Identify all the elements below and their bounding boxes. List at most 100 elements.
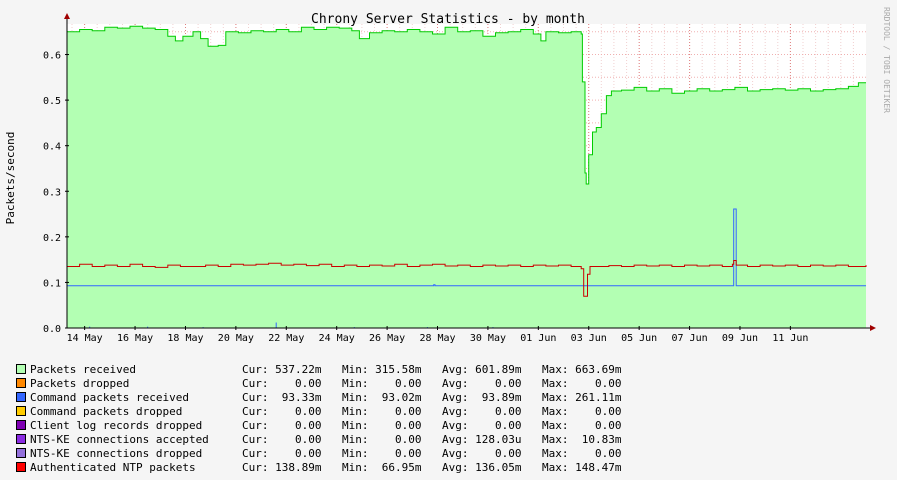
legend-max-label: Max: (542, 432, 569, 446)
x-tick-label: 14 May (67, 333, 103, 344)
y-tick-label: 0.2 (43, 233, 61, 244)
legend-swatch (16, 462, 26, 472)
legend-item: Authenticated NTP packets Cur: 138.89m Min… (16, 460, 642, 474)
legend-avg-label: Avg: (442, 432, 469, 446)
legend-avg-value: 0.00 (468, 418, 522, 432)
legend-item: Client log records dropped Cur: 0.00 Min: … (16, 418, 642, 432)
legend-max-label: Max: (542, 418, 569, 432)
legend-cur: Cur: 93.33m (242, 391, 342, 404)
legend-min: Min: 66.95m (342, 461, 442, 474)
legend-max-value: 0.00 (568, 446, 622, 460)
legend-avg-value: 0.00 (468, 446, 522, 460)
legend-avg: Avg: 0.00 (442, 447, 542, 460)
legend-max-value: 261.11m (568, 390, 622, 404)
legend-cur: Cur: 537.22m (242, 363, 342, 376)
legend-swatch (16, 406, 26, 416)
legend-min-value: 0.00 (368, 404, 422, 418)
legend-swatch (16, 364, 26, 374)
legend-min-label: Min: (342, 460, 369, 474)
legend-avg-label: Avg: (442, 460, 469, 474)
x-tick-label: 01 Jun (520, 333, 556, 344)
legend-max: Max: 0.00 (542, 419, 642, 432)
legend-name: NTS-KE connections dropped (30, 446, 203, 460)
legend-min-label: Min: (342, 432, 369, 446)
y-tick-label: 0.6 (43, 51, 61, 62)
legend-avg: Avg: 128.03u (442, 433, 542, 446)
legend-max-value: 0.00 (568, 376, 622, 390)
legend-cur-label: Cur: (242, 460, 269, 474)
chart-title: Chrony Server Statistics - by month (311, 12, 585, 27)
legend-cur-value: 0.00 (268, 446, 322, 460)
legend-item: Packets received Cur: 537.22m Min: 315.58m… (16, 362, 642, 376)
legend-min-label: Min: (342, 446, 369, 460)
x-tick-label: 03 Jun (571, 333, 607, 344)
legend-min-value: 93.02m (368, 390, 422, 404)
legend-avg-value: 601.89m (468, 362, 522, 376)
legend-avg-label: Avg: (442, 446, 469, 460)
legend-cur-label: Cur: (242, 390, 269, 404)
legend-avg-label: Avg: (442, 390, 469, 404)
legend-max: Max: 261.11m (542, 391, 642, 404)
legend-max-label: Max: (542, 390, 569, 404)
x-tick-label: 24 May (319, 333, 355, 344)
legend-cur: Cur: 0.00 (242, 405, 342, 418)
legend-max-value: 10.83m (568, 432, 622, 446)
legend-max-value: 148.47m (568, 460, 622, 474)
legend-min-value: 315.58m (368, 362, 422, 376)
y-tick-label: 0.5 (43, 96, 61, 107)
legend-min-value: 66.95m (368, 460, 422, 474)
legend-min: Min: 315.58m (342, 363, 442, 376)
x-tick-label: 09 Jun (722, 333, 758, 344)
legend-item: NTS-KE connections accepted Cur: 0.00 Min:… (16, 432, 642, 446)
x-tick-label: 22 May (268, 333, 304, 344)
legend-name: Command packets dropped (30, 404, 183, 418)
legend-avg-value: 0.00 (468, 404, 522, 418)
legend-avg: Avg: 93.89m (442, 391, 542, 404)
legend-min-value: 0.00 (368, 432, 422, 446)
y-axis-label: Packets/second (4, 132, 17, 225)
x-tick-label: 30 May (470, 333, 506, 344)
legend-avg-label: Avg: (442, 362, 469, 376)
legend-min: Min: 0.00 (342, 447, 442, 460)
legend-min-value: 0.00 (368, 446, 422, 460)
legend-min-label: Min: (342, 362, 369, 376)
legend-item: Command packets dropped Cur: 0.00 Min: 0.0… (16, 404, 642, 418)
x-tick-label: 07 Jun (672, 333, 708, 344)
legend-avg-label: Avg: (442, 418, 469, 432)
legend-min: Min: 93.02m (342, 391, 442, 404)
y-tick-label: 0.4 (43, 142, 61, 153)
legend-item: Command packets received Cur: 93.33m Min: … (16, 390, 642, 404)
legend-avg-label: Avg: (442, 376, 469, 390)
legend-avg: Avg: 136.05m (442, 461, 542, 474)
legend-avg: Avg: 601.89m (442, 363, 542, 376)
legend-avg: Avg: 0.00 (442, 419, 542, 432)
legend-name: Command packets received (30, 390, 189, 404)
legend-avg-value: 0.00 (468, 376, 522, 390)
legend-min: Min: 0.00 (342, 433, 442, 446)
legend-min-value: 0.00 (368, 376, 422, 390)
legend-swatch (16, 392, 26, 402)
legend-item: NTS-KE connections dropped Cur: 0.00 Min: … (16, 446, 642, 460)
legend-name: Client log records dropped (30, 418, 203, 432)
legend-cur-label: Cur: (242, 432, 269, 446)
legend-name: Authenticated NTP packets (30, 460, 196, 474)
legend-swatch (16, 420, 26, 430)
legend-avg: Avg: 0.00 (442, 377, 542, 390)
x-tick-label: 28 May (419, 333, 455, 344)
legend-max-value: 0.00 (568, 418, 622, 432)
legend-name: NTS-KE connections accepted (30, 432, 209, 446)
y-tick-label: 0.3 (43, 187, 61, 198)
legend-cur-value: 138.89m (268, 460, 322, 474)
legend-min: Min: 0.00 (342, 405, 442, 418)
legend-cur-label: Cur: (242, 404, 269, 418)
legend-cur-value: 0.00 (268, 404, 322, 418)
y-tick-label: 0.1 (43, 278, 61, 289)
legend-avg-value: 128.03u (468, 432, 522, 446)
x-tick-label: 18 May (167, 333, 203, 344)
legend-cur-label: Cur: (242, 418, 269, 432)
legend: Packets received Cur: 537.22m Min: 315.58m… (16, 362, 642, 474)
legend-max-value: 663.69m (568, 362, 622, 376)
legend-item: Packets dropped Cur: 0.00 Min: 0.00 Avg: 0.… (16, 376, 642, 390)
legend-cur-value: 537.22m (268, 362, 322, 376)
legend-max-label: Max: (542, 446, 569, 460)
